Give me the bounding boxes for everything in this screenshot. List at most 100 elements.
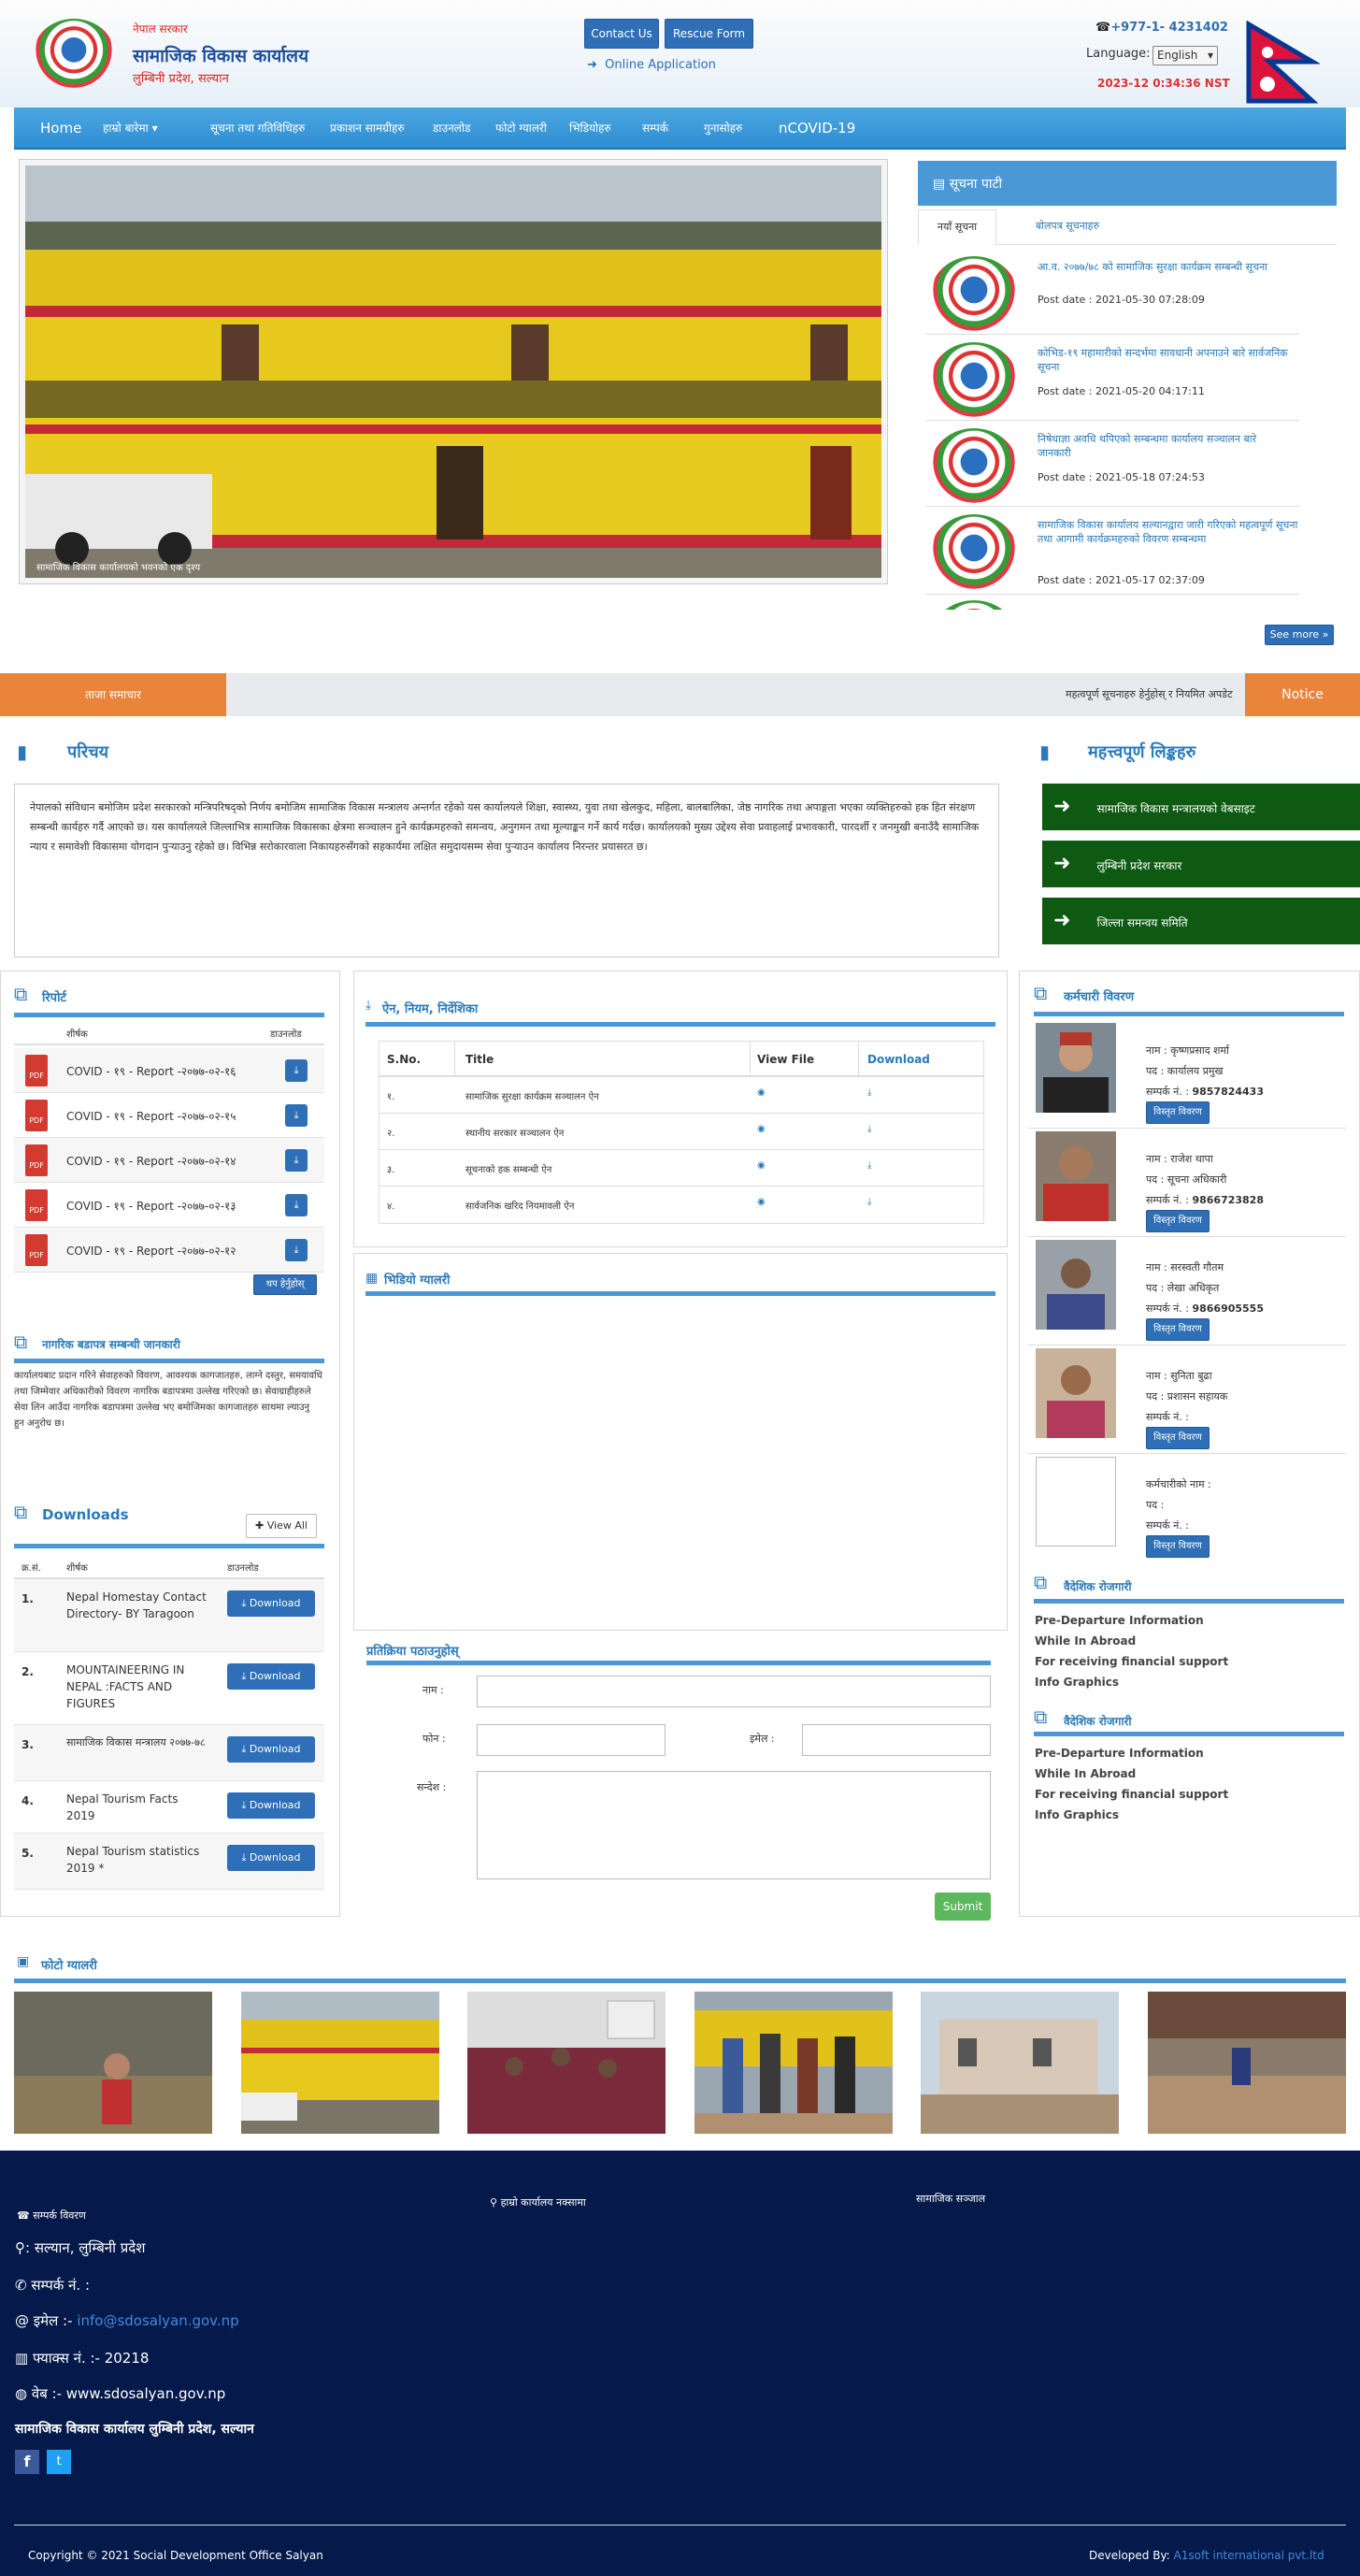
- downloads-title: Downloads: [42, 1506, 129, 1523]
- footer-address: ⚲: सल्यान, लुम्बिनी प्रदेश: [15, 2239, 146, 2256]
- staff-phone: सम्पर्क नं. : 9866905555: [1146, 1302, 1264, 1315]
- image-slider[interactable]: सामाजिक विकास कार्यालयको भवनको एक दृश्य: [19, 159, 888, 584]
- nav-publications[interactable]: प्रकाशन सामग्रीहरु: [330, 108, 405, 150]
- staff-detail-button[interactable]: विस्तृत विवरण: [1146, 1535, 1210, 1558]
- download-button[interactable]: ⤓ Download: [227, 1792, 315, 1819]
- gallery-photo[interactable]: [14, 1992, 212, 2134]
- submit-button[interactable]: Submit: [935, 1892, 991, 1921]
- developer-link[interactable]: A1soft international pvt.ltd: [1174, 2549, 1324, 2562]
- nav-downloads[interactable]: डाउनलोड: [433, 108, 470, 150]
- download-icon[interactable]: ⤓: [867, 1124, 871, 1134]
- info-graphics-link[interactable]: Info Graphics: [1035, 1808, 1119, 1821]
- download-icon[interactable]: ⤓: [867, 1160, 871, 1171]
- download-icon[interactable]: ⤓: [285, 1239, 308, 1261]
- nav-covid[interactable]: nCOVID-19: [779, 108, 855, 150]
- nav-grievance[interactable]: गुनासोहरु: [704, 108, 742, 150]
- external-link-icon: ⧉: [14, 1501, 28, 1523]
- staff-detail-button[interactable]: विस्तृत विवरण: [1146, 1101, 1210, 1124]
- slider-image: [25, 165, 881, 578]
- twitter-icon[interactable]: t: [47, 2450, 71, 2474]
- email-link[interactable]: info@sdosalyan.gov.np: [77, 2312, 238, 2329]
- download-title: MOUNTAINEERING IN NEPAL :FACTS AND FIGUR…: [66, 1663, 185, 1710]
- nav-news[interactable]: सूचना तथा गतिविधिहरु: [210, 108, 305, 150]
- news-item[interactable]: निषेधाज्ञा अवधि थपिएको सम्बन्धमा कार्याल…: [925, 423, 1299, 507]
- tab-tender-notice[interactable]: बोलपत्र सूचनाहरु: [1011, 209, 1124, 245]
- facebook-icon[interactable]: f: [15, 2450, 39, 2474]
- tab-latest-notice[interactable]: नयाँ सूचना: [918, 209, 996, 245]
- report-title[interactable]: COVID - १९ - Report -२०७७-०२-१६: [66, 1063, 236, 1079]
- arrow-right-icon: ➜: [1053, 795, 1071, 818]
- gallery-photo[interactable]: [921, 1992, 1119, 2134]
- news-item[interactable]: सामाजिक विकास कार्यालय सल्यानद्वारा जारी…: [925, 509, 1299, 595]
- notice-button[interactable]: Notice: [1245, 673, 1360, 716]
- quick-link-item[interactable]: ➜ लुम्बिनी प्रदेश सरकार: [1042, 841, 1360, 887]
- see-more-button[interactable]: See more »: [1265, 625, 1334, 645]
- info-graphics-link[interactable]: Info Graphics: [1035, 1676, 1119, 1689]
- news-title[interactable]: निषेधाज्ञा अवधि थपिएको सम्बन्धमा कार्याल…: [1038, 432, 1290, 460]
- news-title[interactable]: सामाजिक विकास कार्यालय सल्यानद्वारा जारी…: [1038, 518, 1299, 546]
- email-input[interactable]: [802, 1724, 991, 1756]
- quick-link-item[interactable]: ➜ सामाजिक विकास मन्त्रालयको वेबसाइट: [1042, 784, 1360, 830]
- gallery-photo[interactable]: [467, 1992, 666, 2134]
- downloads-view-all-button[interactable]: ✚ View All: [246, 1514, 317, 1538]
- video-title: भिडियो ग्यालरी: [384, 1274, 451, 1288]
- staff-detail-button[interactable]: विस्तृत विवरण: [1146, 1427, 1210, 1449]
- download-button[interactable]: ⤓ Download: [227, 1736, 315, 1763]
- news-item[interactable]: कोभिड-१९ महामारीको सन्दर्भमा सावधानी अपन…: [925, 337, 1299, 421]
- report-title[interactable]: COVID - १९ - Report -२०७७-०२-१५: [66, 1108, 236, 1124]
- while-abroad-link[interactable]: While In Abroad: [1035, 1767, 1136, 1780]
- staff-detail-button[interactable]: विस्तृत विवरण: [1146, 1318, 1210, 1341]
- reports-view-all-button[interactable]: थप हेर्नुहोस्: [253, 1274, 317, 1295]
- gallery-photo[interactable]: [694, 1992, 893, 2134]
- report-title[interactable]: COVID - १९ - Report -२०७७-०२-१३: [66, 1198, 236, 1214]
- news-item[interactable]: आ.व. २०७७/७८ को सामाजिक सुरक्षा कार्यक्र…: [925, 251, 1299, 335]
- while-abroad-link[interactable]: While In Abroad: [1035, 1634, 1136, 1648]
- quick-link-item[interactable]: ➜ जिल्ला समन्वय समिति: [1042, 898, 1360, 944]
- eye-icon[interactable]: ◉: [757, 1124, 766, 1134]
- staff-photo: [1036, 1240, 1116, 1330]
- download-icon[interactable]: ⤓: [285, 1194, 308, 1216]
- eye-icon[interactable]: ◉: [757, 1197, 766, 1207]
- nav-home[interactable]: Home: [40, 108, 81, 150]
- download-button[interactable]: ⤓ Download: [227, 1845, 315, 1871]
- pre-departure-link[interactable]: Pre-Departure Information: [1035, 1614, 1204, 1627]
- acts-table: S.No. Title View File Download १. सामाजिक…: [379, 1041, 984, 1224]
- report-title[interactable]: COVID - १९ - Report -२०७७-०२-१२: [66, 1243, 236, 1259]
- nav-contact[interactable]: सम्पर्क: [642, 108, 668, 150]
- report-title[interactable]: COVID - १९ - Report -२०७७-०२-१४: [66, 1153, 236, 1169]
- news-title[interactable]: आ.व. २०७७/७८ को सामाजिक सुरक्षा कार्यक्र…: [1038, 260, 1290, 274]
- download-icon[interactable]: ⤓: [285, 1104, 308, 1127]
- download-icon[interactable]: ⤓: [867, 1087, 871, 1098]
- pre-departure-link[interactable]: Pre-Departure Information: [1035, 1747, 1204, 1760]
- eye-icon[interactable]: ◉: [757, 1160, 766, 1171]
- ticker-text[interactable]: महत्वपूर्ण सूचनाहरु हेर्नुहोस् र नियमित …: [1066, 673, 1234, 716]
- table-row: PDF COVID - १९ - Report -२०७७-०२-१२ ⤓: [14, 1228, 324, 1273]
- nav-photo-gallery[interactable]: फोटो ग्यालरी: [495, 108, 547, 150]
- message-textarea[interactable]: [477, 1771, 991, 1879]
- table-row: PDF COVID - १९ - Report -२०७७-०२-१६ ⤓: [14, 1048, 324, 1093]
- download-button[interactable]: ⤓ Download: [227, 1590, 315, 1617]
- download-icon[interactable]: ⤓: [867, 1197, 871, 1207]
- download-icon[interactable]: ⤓: [285, 1059, 308, 1082]
- online-application-link[interactable]: ➜ Online Application: [587, 58, 716, 72]
- contact-us-button[interactable]: Contact Us: [584, 19, 659, 49]
- news-title[interactable]: कोभिड-१९ महामारीको सन्दर्भमा सावधानी अपन…: [1038, 346, 1290, 374]
- financial-support-link[interactable]: For receiving financial support: [1035, 1655, 1228, 1668]
- footer-social-title: सामाजिक सञ्जाल: [916, 2193, 986, 2205]
- name-input[interactable]: [477, 1676, 991, 1707]
- phone-input[interactable]: [477, 1724, 666, 1756]
- ticker-label: ताजा समाचार: [0, 673, 226, 716]
- nav-videos[interactable]: भिडियोहरु: [569, 108, 611, 150]
- download-button[interactable]: ⤓ Download: [227, 1663, 315, 1690]
- download-icon[interactable]: ⤓: [285, 1149, 308, 1172]
- rescue-form-button[interactable]: Rescue Form: [665, 19, 753, 49]
- eye-icon[interactable]: ◉: [757, 1087, 766, 1098]
- gallery-photo[interactable]: [241, 1992, 439, 2134]
- nav-about[interactable]: हाम्रो बारेमा ▾: [103, 108, 158, 150]
- citizen-charter-body: कार्यालयबाट प्रदान गरिने सेवाहरुको विवरण…: [14, 1371, 322, 1429]
- download-title: सामाजिक विकास मन्त्रालय २०७७-७८: [66, 1736, 206, 1749]
- staff-detail-button[interactable]: विस्तृत विवरण: [1146, 1210, 1210, 1232]
- financial-support-link[interactable]: For receiving financial support: [1035, 1788, 1228, 1801]
- gallery-photo[interactable]: [1148, 1992, 1346, 2134]
- language-select[interactable]: English ▾: [1152, 46, 1218, 65]
